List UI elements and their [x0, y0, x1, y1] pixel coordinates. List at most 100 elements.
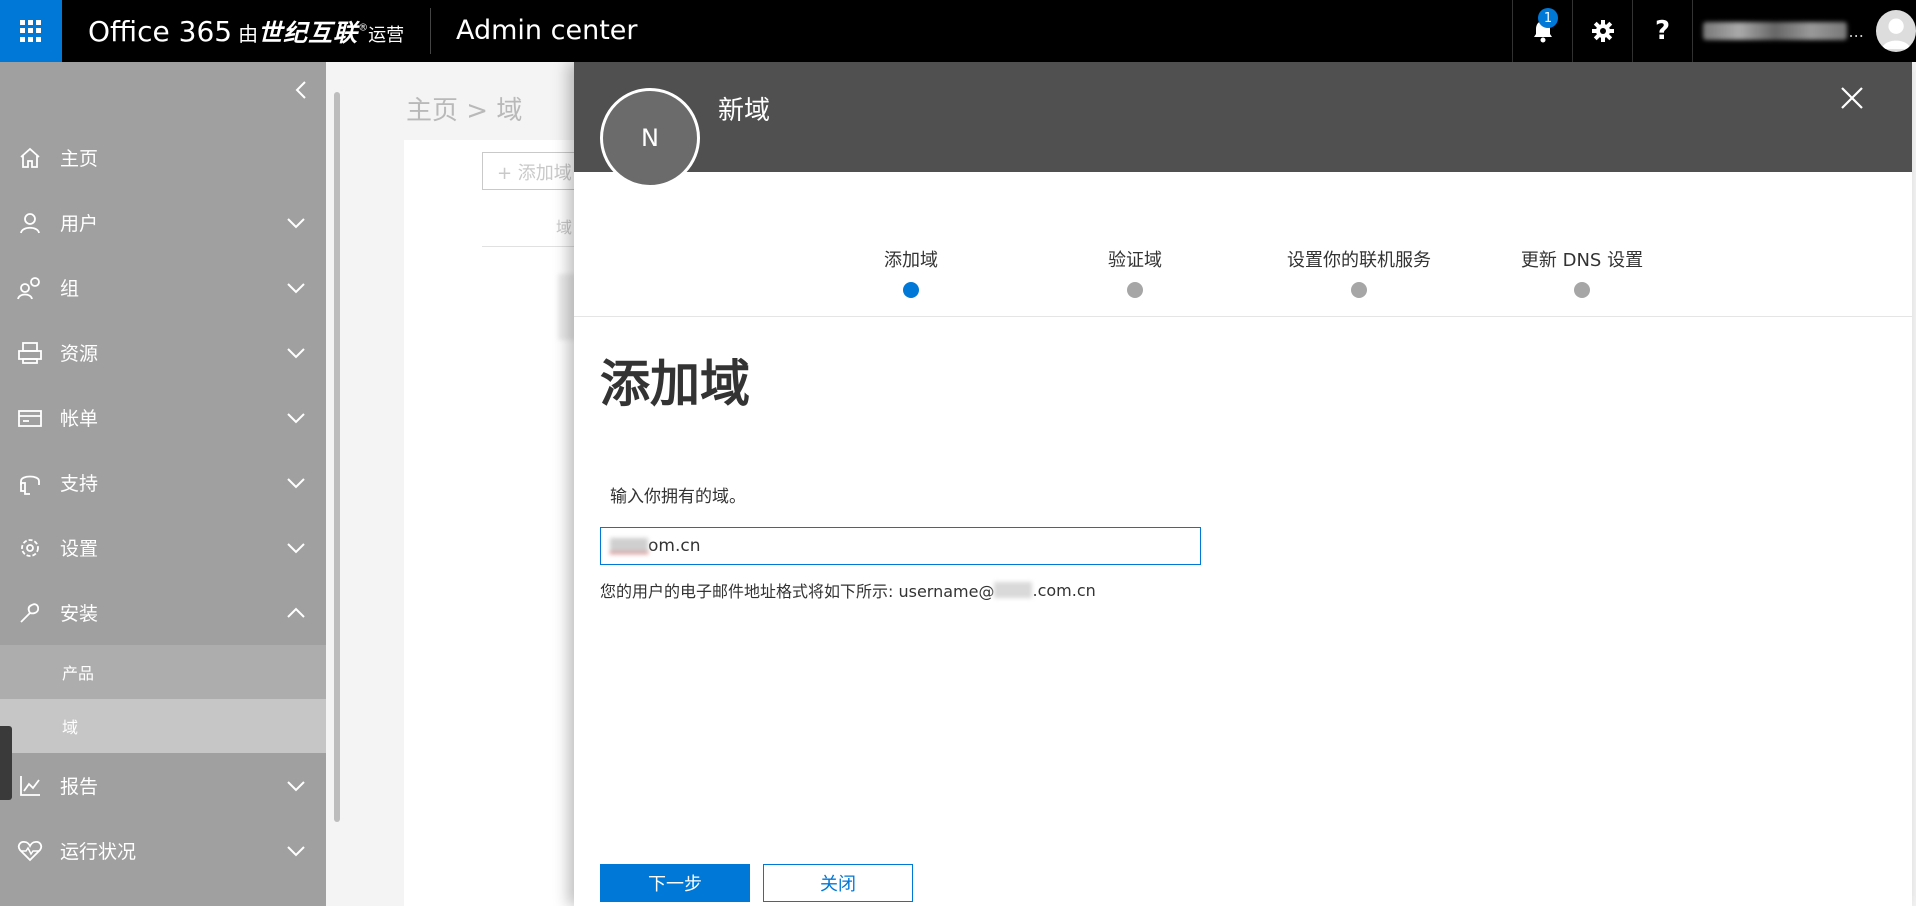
account-menu[interactable]: ... — [1692, 0, 1916, 62]
step-label: 更新 DNS 设置 — [1520, 250, 1644, 271]
email-hint-prefix: 您的用户的电子邮件地址格式将如下所示: username@ — [600, 582, 995, 601]
chevron-down-icon — [287, 412, 305, 423]
brand-registered-mark: ® — [358, 22, 369, 34]
brand-operated: 运营 — [368, 25, 405, 46]
panel-title: 新域 — [718, 96, 771, 126]
nav-label-support: 支持 — [60, 473, 99, 495]
redacted-user-name — [1703, 22, 1847, 40]
nav-item-settings[interactable]: 设置 — [0, 515, 326, 580]
step-label: 设置你的联机服务 — [1287, 250, 1431, 271]
gear-icon — [21, 538, 39, 557]
billing-icon — [18, 409, 42, 427]
nav-subitem-products-label: 产品 — [62, 664, 95, 683]
nav-subitem-domains[interactable]: 域 — [0, 699, 326, 753]
nav-label-setup: 安装 — [60, 603, 99, 625]
topbar-divider — [430, 8, 431, 54]
chevron-left-icon — [295, 81, 306, 99]
settings-button[interactable] — [1572, 0, 1632, 62]
user-icon — [20, 212, 40, 233]
chart-icon — [20, 775, 40, 796]
nav-item-resources[interactable]: 资源 — [0, 320, 326, 385]
step-indicator — [1574, 282, 1590, 298]
step-verify-domain: 验证域 — [1035, 246, 1235, 298]
panel-header: 新域 — [574, 62, 1912, 172]
wizard-steps: 添加域 验证域 设置你的联机服务 更新 DNS 设置 — [574, 172, 1912, 317]
chevron-down-icon — [287, 477, 305, 488]
chevron-down-icon — [287, 845, 305, 856]
domain-input[interactable]: om.cn — [600, 527, 1201, 565]
chevron-down-icon — [287, 217, 305, 228]
help-button[interactable]: ? — [1632, 0, 1692, 62]
person-icon — [1881, 18, 1911, 50]
nav-label-home: 主页 — [60, 148, 99, 170]
notification-count-badge: 1 — [1538, 8, 1558, 28]
nav-item-home[interactable]: 主页 — [0, 125, 326, 190]
chevron-down-icon — [287, 282, 305, 293]
panel-close-button[interactable] — [1840, 86, 1864, 114]
nav-label-health: 运行状况 — [60, 841, 137, 863]
step-update-dns: 更新 DNS 设置 — [1482, 246, 1682, 298]
chevron-down-icon — [287, 542, 305, 553]
nav-item-setup[interactable]: 安装 — [0, 580, 326, 645]
domain-column-header: 域 — [556, 218, 573, 237]
app-launcher-button[interactable] — [0, 0, 62, 62]
step-setup-services: 设置你的联机服务 — [1259, 246, 1459, 298]
email-format-hint: 您的用户的电子邮件地址格式将如下所示: username@ .com.cn — [600, 578, 1096, 602]
step-indicator-active — [903, 282, 919, 298]
notifications-button[interactable]: 1 — [1512, 0, 1572, 62]
new-domain-panel: 新域 N 添加域 验证域 设置你的联机服务 更新 DNS 设置 添加域 输入你拥… — [574, 62, 1912, 906]
nav-item-reports[interactable]: 报告 — [0, 753, 326, 818]
brand-logo[interactable]: Office 365 由世纪互联®运营 — [88, 13, 404, 48]
nav-subitem-domains-label: 域 — [62, 718, 79, 737]
domain-field-label: 输入你拥有的域。 — [610, 487, 746, 507]
close-icon — [1841, 87, 1863, 109]
app-title: Admin center — [456, 15, 638, 46]
user-avatar[interactable] — [1875, 10, 1916, 52]
help-icon: ? — [1654, 16, 1671, 46]
brand-partner: 世纪互联 — [258, 19, 359, 47]
step-label: 验证域 — [1108, 250, 1162, 271]
nav-label-users: 用户 — [60, 213, 99, 235]
chevron-down-icon — [287, 780, 305, 791]
headset-icon — [20, 475, 40, 495]
chevron-down-icon — [287, 347, 305, 358]
sidebar-scrollbar[interactable] — [334, 92, 340, 822]
gear-icon — [1591, 20, 1614, 42]
nav-item-billing[interactable]: 帐单 — [0, 385, 326, 450]
brand-by: 由 — [238, 22, 259, 46]
domain-input-value: om.cn — [648, 536, 701, 556]
nav-label-billing: 帐单 — [60, 408, 99, 430]
user-name-ellipsis: ... — [1848, 21, 1864, 41]
nav-label-reports: 报告 — [60, 776, 99, 798]
nav-item-users[interactable]: 用户 — [0, 190, 326, 255]
close-button[interactable]: 关闭 — [763, 864, 913, 902]
email-hint-suffix: .com.cn — [1032, 580, 1096, 600]
nav-item-health[interactable]: 运行状况 — [0, 818, 326, 883]
nav-label-resources: 资源 — [60, 343, 99, 365]
collapse-nav-button[interactable] — [294, 78, 308, 106]
step-add-domain: 添加域 — [811, 246, 1011, 298]
brand-name: Office 365 — [88, 15, 233, 48]
chevron-up-icon — [287, 607, 305, 618]
waffle-icon — [20, 20, 42, 42]
nav-subitem-products[interactable]: 产品 — [0, 645, 326, 699]
page-heading: 添加域 — [600, 355, 750, 413]
nav-item-groups[interactable]: 组 — [0, 255, 326, 320]
left-navigation: 主页 用户 组 资源 帐单 支持 设置 安装 产品 域 报告 运行状况 — [0, 62, 326, 906]
next-button[interactable]: 下一步 — [600, 864, 750, 902]
resources-icon — [18, 341, 42, 364]
top-bar: Office 365 由世纪互联®运营 Admin center 1 ? ... — [0, 0, 1916, 62]
nav-item-support[interactable]: 支持 — [0, 450, 326, 515]
step-indicator — [1351, 282, 1367, 298]
heart-icon — [17, 840, 43, 861]
step-label: 添加域 — [884, 250, 938, 271]
nav-label-groups: 组 — [60, 278, 80, 300]
redacted-domain-prefix — [610, 538, 648, 554]
wrench-icon — [20, 602, 40, 623]
step-indicator — [1127, 282, 1143, 298]
device-widget — [0, 726, 12, 800]
group-icon — [17, 276, 40, 299]
home-icon — [20, 147, 40, 168]
redacted-domain — [994, 582, 1033, 598]
breadcrumb: 主页 > 域 — [406, 96, 523, 126]
